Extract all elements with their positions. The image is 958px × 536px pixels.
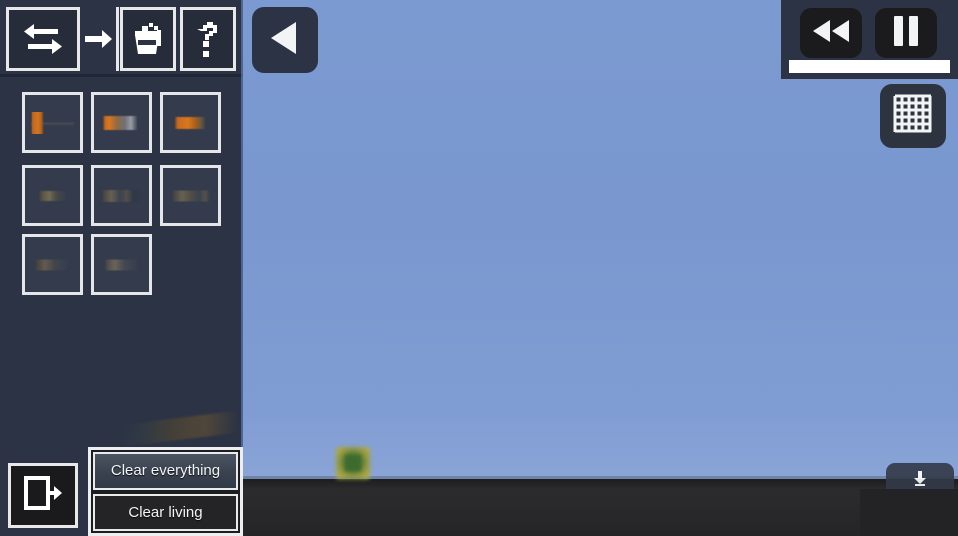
weapon-sprite <box>169 190 212 201</box>
weapon-sprite <box>100 189 143 202</box>
game-screen: Clear everything Clear living <box>0 0 958 536</box>
weapon-slot-7[interactable] <box>22 234 83 295</box>
grid-icon <box>892 93 934 140</box>
weapon-slot-6[interactable] <box>160 165 221 226</box>
weapon-sprite <box>31 259 74 270</box>
rewind-button[interactable] <box>800 8 862 58</box>
weapon-sprite <box>100 115 143 130</box>
help-button[interactable] <box>180 7 236 71</box>
exit-button[interactable] <box>8 463 78 528</box>
back-button[interactable] <box>252 7 318 73</box>
weapon-sprite <box>100 259 143 270</box>
timeline-slider[interactable] <box>789 60 950 73</box>
weapon-sprite <box>31 111 74 134</box>
swap-button[interactable] <box>6 7 80 71</box>
paint-bucket-button[interactable] <box>120 7 176 71</box>
clear-panel: Clear everything Clear living <box>88 447 243 536</box>
loose-weapon-sprite[interactable] <box>117 410 239 448</box>
weapon-sprite <box>31 190 74 201</box>
question-mark-icon <box>191 17 225 61</box>
weapon-slot-5[interactable] <box>91 165 152 226</box>
pause-icon <box>892 15 920 52</box>
spawned-object-core <box>345 455 361 471</box>
weapon-slot-4[interactable] <box>22 165 83 226</box>
paint-bucket-icon <box>129 19 167 59</box>
sidebar-toolbar <box>0 0 243 78</box>
grid-toggle-button[interactable] <box>880 84 946 148</box>
weapon-slot-8[interactable] <box>91 234 152 295</box>
exit-door-icon <box>22 473 64 518</box>
rewind-icon <box>811 19 851 48</box>
playback-panel <box>781 0 958 79</box>
weapon-sprite <box>169 116 212 129</box>
next-button[interactable] <box>85 7 119 71</box>
triangle-left-icon <box>268 20 302 61</box>
pause-button[interactable] <box>875 8 937 58</box>
weapon-slot-3[interactable] <box>160 92 221 153</box>
arrow-right-icon <box>85 28 114 50</box>
weapon-slot-1[interactable] <box>22 92 83 153</box>
toolbar-divider <box>0 74 243 77</box>
clear-everything-button[interactable]: Clear everything <box>93 452 238 490</box>
swap-arrows-icon <box>22 21 64 57</box>
weapon-slot-2[interactable] <box>91 92 152 153</box>
clear-living-button[interactable]: Clear living <box>93 493 238 531</box>
download-button-occluder <box>860 489 958 536</box>
